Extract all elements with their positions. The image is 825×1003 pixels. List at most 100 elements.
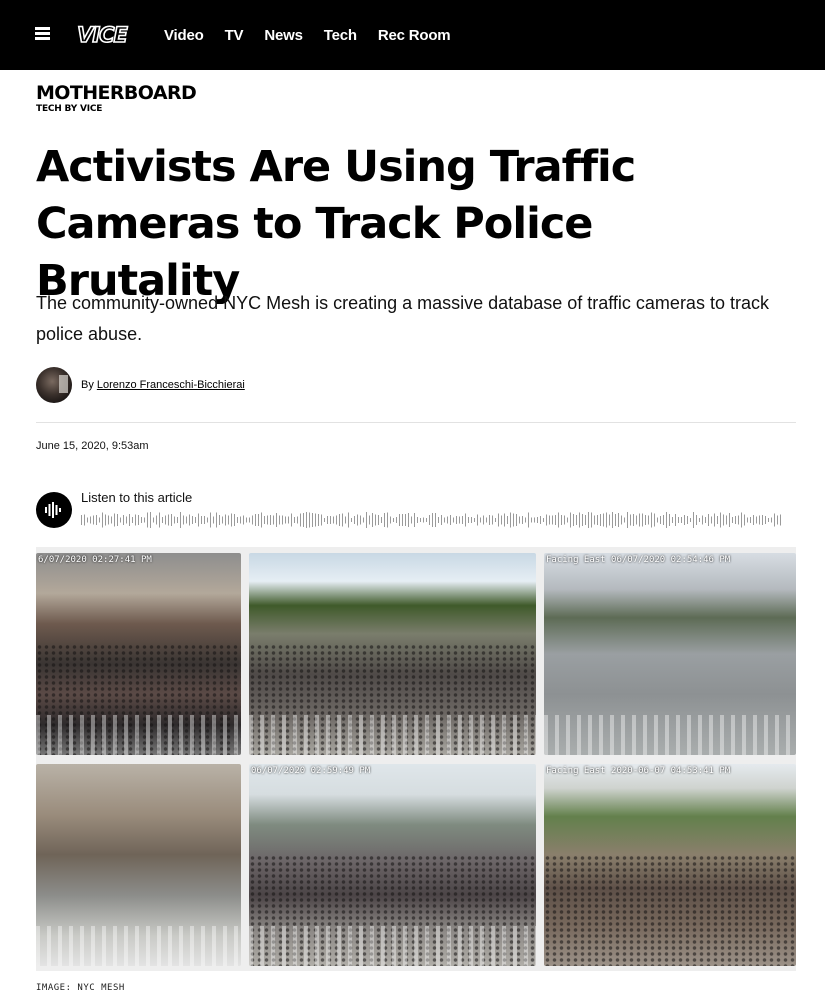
waveform-bar xyxy=(774,513,775,527)
audio-waveform[interactable] xyxy=(81,511,783,529)
waveform-bar xyxy=(708,514,709,526)
waveform-bar xyxy=(297,516,298,524)
waveform-bar xyxy=(279,515,280,525)
waveform-bar xyxy=(369,515,370,525)
waveform-bar xyxy=(597,515,598,525)
waveform-bar xyxy=(255,514,256,526)
waveform-bar xyxy=(327,516,328,524)
waveform-bar xyxy=(483,515,484,525)
waveform-bar xyxy=(294,517,295,523)
waveform-bar xyxy=(579,512,580,528)
waveform-bar xyxy=(609,514,610,526)
waveform-bar xyxy=(414,513,415,527)
waveform-bar xyxy=(648,515,649,525)
waveform-bar xyxy=(465,513,466,527)
waveform-bar xyxy=(420,518,421,522)
waveform-bar xyxy=(558,512,559,528)
waveform-bar xyxy=(273,515,274,525)
waveform-bar xyxy=(132,517,133,523)
hamburger-menu-icon[interactable] xyxy=(35,27,50,41)
waveform-bar xyxy=(249,517,250,523)
waveform-bar xyxy=(189,514,190,526)
nav-item-tv[interactable]: TV xyxy=(225,27,244,44)
waveform-bar xyxy=(114,513,115,527)
waveform-bar xyxy=(423,517,424,523)
waveform-bar xyxy=(372,513,373,527)
waveform-bar xyxy=(657,517,658,523)
waveform-bar xyxy=(630,514,631,526)
waveform-bar xyxy=(90,516,91,524)
nav-item-rec-room[interactable]: Rec Room xyxy=(378,27,451,44)
waveform-bar xyxy=(480,517,481,523)
waveform-bar xyxy=(435,513,436,527)
waveform-bar xyxy=(726,515,727,525)
waveform-bar xyxy=(384,513,385,527)
waveform-bar xyxy=(348,512,349,528)
waveform-bar xyxy=(681,517,682,523)
waveform-bar xyxy=(318,514,319,526)
waveform-bar xyxy=(117,514,118,526)
main-nav: Video TV News Tech Rec Room xyxy=(164,0,471,70)
waveform-bar xyxy=(660,516,661,524)
divider xyxy=(36,422,796,423)
waveform-bar xyxy=(126,516,127,524)
waveform-bar xyxy=(144,517,145,523)
image-caption: IMAGE: NYC MESH xyxy=(36,983,125,993)
waveform-bar xyxy=(378,515,379,525)
waveform-bar xyxy=(696,515,697,525)
traffic-camera-frame: Facing East 2020-06-07 04:53:41 PM xyxy=(544,764,796,966)
waveform-bar xyxy=(705,517,706,523)
waveform-bar xyxy=(291,513,292,527)
waveform-bar xyxy=(564,515,565,525)
waveform-bar xyxy=(702,515,703,525)
nav-item-tech[interactable]: Tech xyxy=(324,27,357,44)
waveform-bar xyxy=(267,515,268,525)
traffic-camera-frame: Facing East 06/07/2020 02:54:46 PM xyxy=(544,553,796,755)
motherboard-brand[interactable]: MOTHERBOARD TECH BY VICE xyxy=(36,82,197,114)
waveform-bar xyxy=(438,517,439,523)
waveform-bar xyxy=(312,513,313,527)
audio-play-button[interactable] xyxy=(36,492,72,528)
brand-name: MOTHERBOARD xyxy=(36,82,197,104)
waveform-bar xyxy=(663,515,664,525)
waveform-bar xyxy=(102,512,103,528)
waveform-bar xyxy=(246,517,247,523)
waveform-bar xyxy=(240,516,241,524)
waveform-bar xyxy=(534,517,535,523)
waveform-bar xyxy=(528,512,529,528)
waveform-bar xyxy=(537,517,538,523)
waveform-bar xyxy=(678,517,679,523)
nav-item-video[interactable]: Video xyxy=(164,27,204,44)
waveform-bar xyxy=(81,515,82,525)
author-avatar[interactable] xyxy=(36,367,72,403)
waveform-bar xyxy=(150,512,151,528)
waveform-bar xyxy=(669,514,670,526)
author-link[interactable]: Lorenzo Franceschi-Bicchierai xyxy=(97,379,245,391)
waveform-bar xyxy=(366,512,367,528)
waveform-bar xyxy=(426,518,427,522)
waveform-bar xyxy=(168,514,169,526)
waveform-bar xyxy=(177,517,178,523)
waveform-bar xyxy=(315,513,316,527)
waveform-bar xyxy=(639,513,640,527)
waveform-bar xyxy=(459,516,460,524)
waveform-bar xyxy=(525,517,526,523)
waveform-bar xyxy=(627,512,628,528)
waveform-bar xyxy=(687,516,688,524)
brand-tagline: TECH BY VICE xyxy=(36,104,103,114)
waveform-bar xyxy=(540,516,541,524)
waveform-bar xyxy=(96,515,97,525)
waveform-bar xyxy=(468,517,469,523)
traffic-camera-frame xyxy=(36,764,241,966)
waveform-bar xyxy=(105,514,106,526)
waveform-bar xyxy=(642,513,643,527)
waveform-bar xyxy=(411,516,412,524)
waveform-bar xyxy=(675,514,676,526)
traffic-camera-frame: 06/07/2020 02:59:49 PM xyxy=(249,764,536,966)
waveform-bar xyxy=(339,514,340,526)
waveform-bar xyxy=(354,516,355,524)
waveform-bar xyxy=(738,515,739,525)
vice-logo[interactable]: VICE xyxy=(67,21,137,48)
nav-item-news[interactable]: News xyxy=(264,27,303,44)
waveform-bar xyxy=(303,513,304,527)
